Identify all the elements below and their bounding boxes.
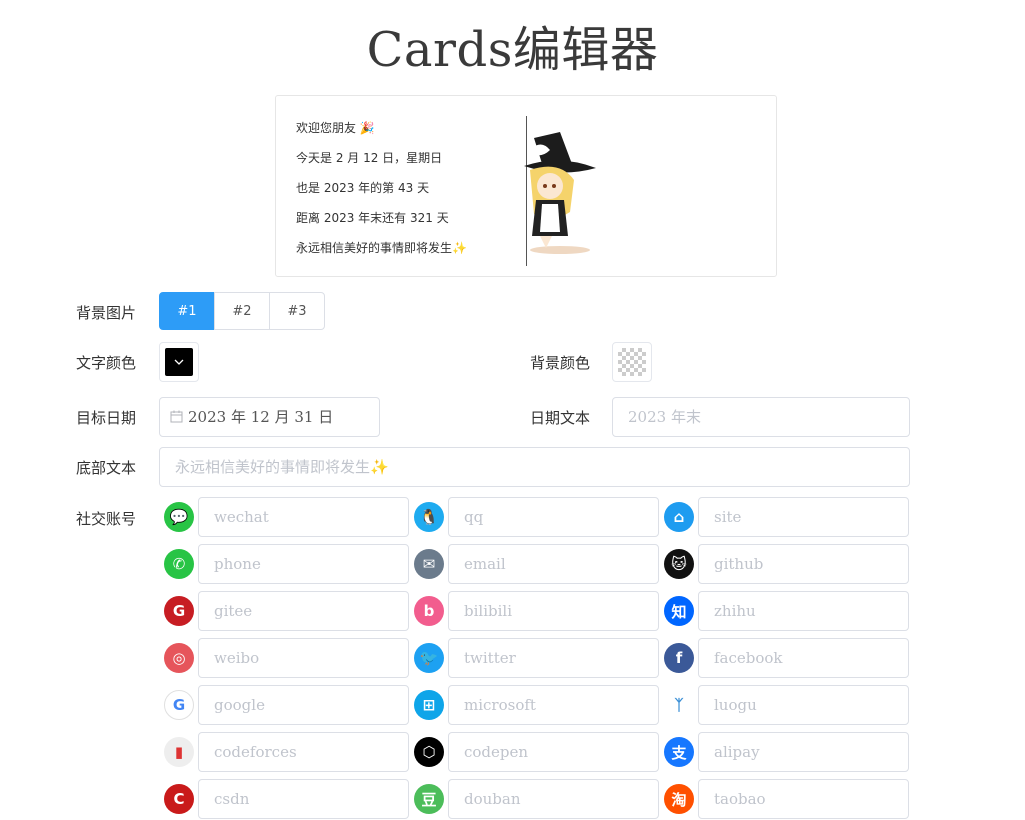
google-icon: G — [164, 690, 194, 720]
bilibili-icon: b — [414, 596, 444, 626]
qq-input[interactable]: qq — [448, 497, 659, 537]
alipay-input[interactable]: alipay — [698, 732, 909, 772]
zhihu-icon: 知 — [664, 596, 694, 626]
twitter-input[interactable]: twitter — [448, 638, 659, 678]
github-input[interactable]: github — [698, 544, 909, 584]
target-date-value: 2023 年 12 月 31 日 — [188, 408, 334, 426]
email-icon: ✉ — [414, 549, 444, 579]
codepen-icon: ⬡ — [414, 737, 444, 767]
home-icon: ⌂ — [664, 502, 694, 532]
background-image-option-3[interactable]: #3 — [269, 292, 325, 330]
facebook-input[interactable]: facebook — [698, 638, 909, 678]
card-background-illustration — [524, 132, 596, 254]
card-line-day-of-year: 也是 2023 年的第 43 天 — [296, 181, 430, 195]
wechat-input[interactable]: wechat — [198, 497, 409, 537]
background-image-selector: #1 #2 #3 — [159, 292, 325, 330]
csdn-input[interactable]: csdn — [198, 779, 409, 819]
twitter-icon: 🐦 — [414, 643, 444, 673]
footer-text-input[interactable]: 永远相信美好的事情即将发生✨ — [159, 447, 910, 487]
wechat-icon: 💬 — [164, 502, 194, 532]
codeforces-icon: ▮ — [164, 737, 194, 767]
qq-icon: 🐧 — [414, 502, 444, 532]
chevron-down-icon — [174, 359, 184, 365]
background-image-label: 背景图片 — [76, 304, 137, 322]
microsoft-icon: ⊞ — [414, 690, 444, 720]
zhihu-input[interactable]: zhihu — [698, 591, 909, 631]
taobao-input[interactable]: taobao — [698, 779, 909, 819]
site-input[interactable]: site — [698, 497, 909, 537]
target-date-picker[interactable]: 2023 年 12 月 31 日 — [159, 397, 380, 437]
gitee-icon: G — [164, 596, 194, 626]
bg-color-label: 背景颜色 — [530, 354, 591, 372]
text-color-picker[interactable] — [159, 342, 199, 382]
background-image-option-2[interactable]: #2 — [214, 292, 270, 330]
codeforces-input[interactable]: codeforces — [198, 732, 409, 772]
gitee-input[interactable]: gitee — [198, 591, 409, 631]
card-text-lines: 欢迎您朋友 🎉 今天是 2 月 12 日，星期日 也是 2023 年的第 43 … — [296, 118, 467, 268]
bilibili-input[interactable]: bilibili — [448, 591, 659, 631]
douban-input[interactable]: douban — [448, 779, 659, 819]
target-date-label: 目标日期 — [76, 409, 137, 427]
luogu-input[interactable]: luogu — [698, 685, 909, 725]
microsoft-input[interactable]: microsoft — [448, 685, 659, 725]
card-line-greeting: 欢迎您朋友 🎉 — [296, 121, 375, 135]
csdn-icon: C — [164, 784, 194, 814]
weibo-input[interactable]: weibo — [198, 638, 409, 678]
taobao-icon: 淘 — [664, 784, 694, 814]
social-accounts-label: 社交账号 — [76, 510, 137, 528]
luogu-icon: ᛉ — [664, 690, 694, 720]
bg-color-picker[interactable] — [612, 342, 652, 382]
footer-text-label: 底部文本 — [76, 459, 137, 477]
email-input[interactable]: email — [448, 544, 659, 584]
alipay-icon: 支 — [664, 737, 694, 767]
google-input[interactable]: google — [198, 685, 409, 725]
weibo-icon: ◎ — [164, 643, 194, 673]
background-image-option-1[interactable]: #1 — [159, 292, 215, 330]
page-title: Cards编辑器 — [366, 22, 659, 78]
text-color-swatch — [165, 348, 193, 376]
phone-input[interactable]: phone — [198, 544, 409, 584]
github-icon: 🐱 — [664, 549, 694, 579]
phone-icon: ✆ — [164, 549, 194, 579]
codepen-input[interactable]: codepen — [448, 732, 659, 772]
card-preview: 欢迎您朋友 🎉 今天是 2 月 12 日，星期日 也是 2023 年的第 43 … — [275, 95, 777, 277]
card-line-today: 今天是 2 月 12 日，星期日 — [296, 151, 443, 165]
calendar-icon — [170, 410, 183, 423]
text-color-label: 文字颜色 — [76, 354, 137, 372]
facebook-icon: f — [664, 643, 694, 673]
bg-color-swatch — [618, 348, 646, 376]
card-line-footer: 永远相信美好的事情即将发生✨ — [296, 241, 467, 255]
date-text-label: 日期文本 — [530, 409, 591, 427]
date-text-input[interactable]: 2023 年末 — [612, 397, 910, 437]
douban-icon: 豆 — [414, 784, 444, 814]
card-line-countdown: 距离 2023 年末还有 321 天 — [296, 211, 449, 225]
